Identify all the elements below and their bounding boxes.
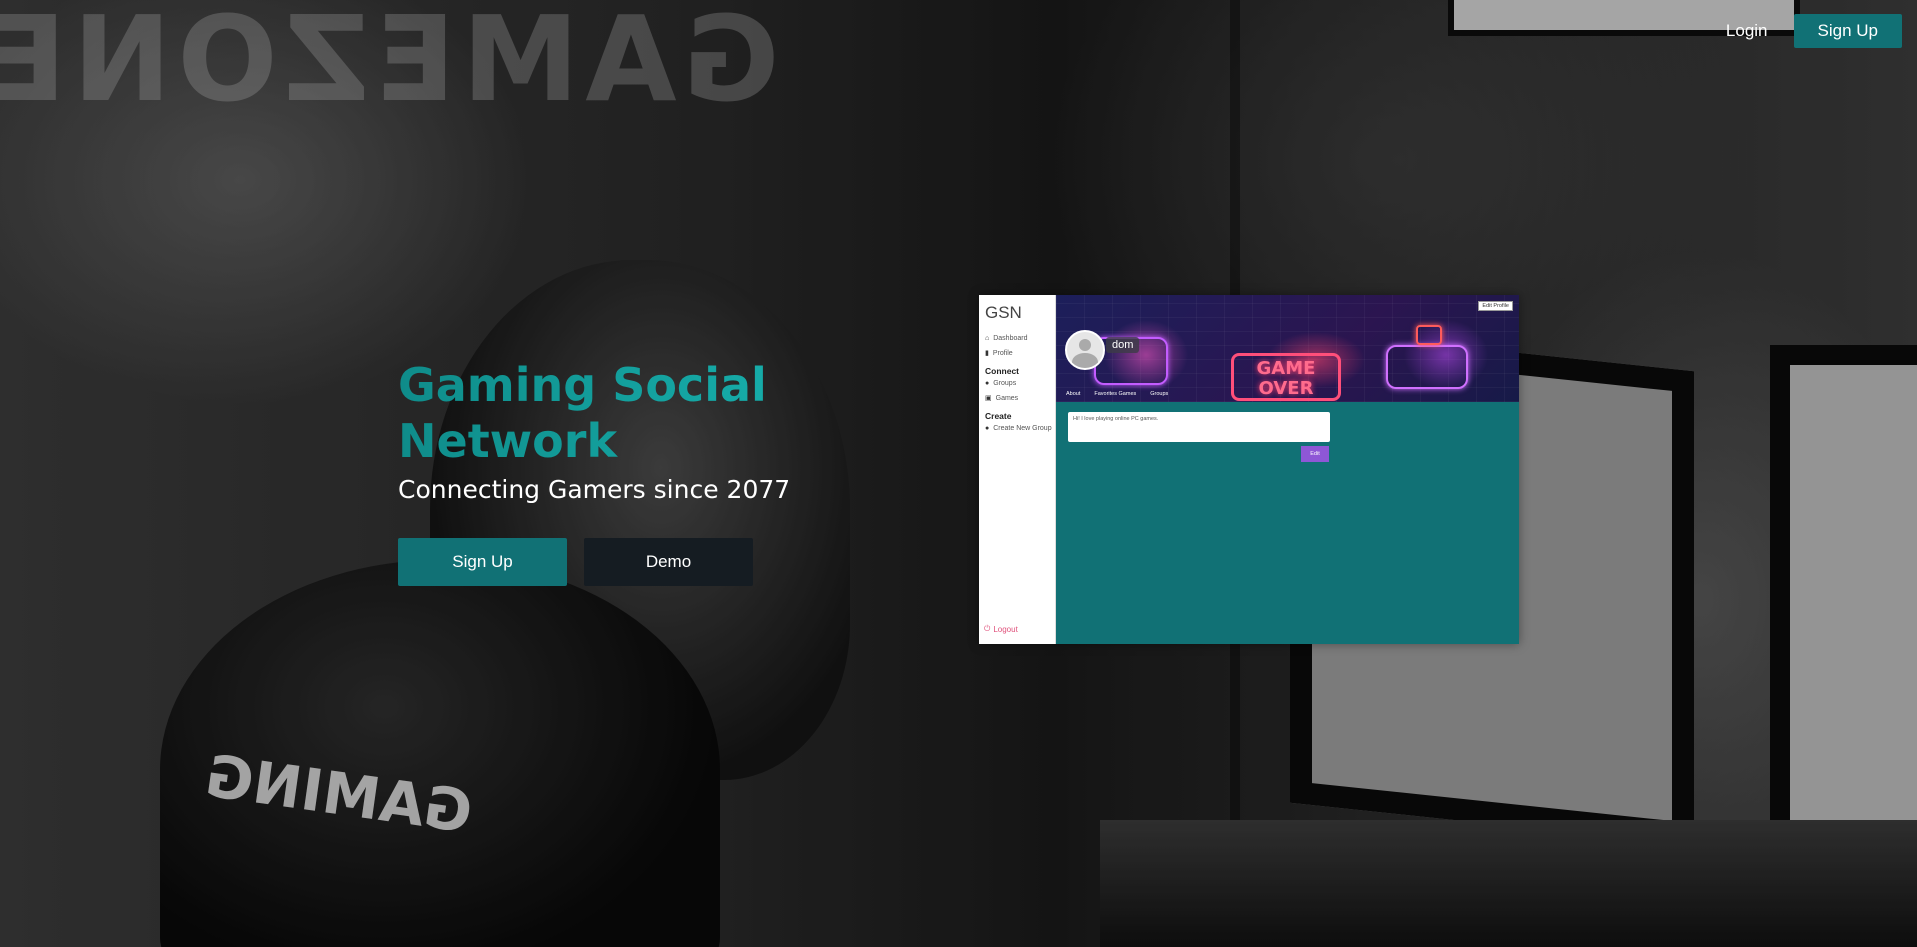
avatar-head xyxy=(1079,339,1091,351)
gamepad-icon: ▣ xyxy=(985,395,992,402)
preview-create-heading: Create xyxy=(985,411,1012,421)
preview-profile-banner: GAME OVER Edit Profile dom About Favorit… xyxy=(1056,295,1519,402)
background-photo: GAMEZONE GAMING xyxy=(0,0,1917,947)
preview-nav-dashboard: ⌂ Dashboard xyxy=(985,335,1052,342)
hero-section: Gaming Social Network Connecting Gamers … xyxy=(398,357,818,586)
preview-sidebar: GSN ⌂ Dashboard ▮ Profile Connect ● Grou… xyxy=(979,295,1056,644)
nav-signup-button[interactable]: Sign Up xyxy=(1793,14,1902,48)
preview-logout: ⏻ Logout xyxy=(984,624,1018,634)
preview-logo: GSN xyxy=(985,303,1022,322)
login-link[interactable]: Login xyxy=(1714,15,1780,47)
preview-connect-heading: Connect xyxy=(985,366,1019,376)
top-navigation: Login Sign Up xyxy=(1714,14,1902,48)
groups-icon: ● xyxy=(985,425,990,432)
preview-tab-groups: Groups xyxy=(1150,391,1169,397)
hero-signup-button[interactable]: Sign Up xyxy=(398,538,567,586)
preview-nav-label: Dashboard xyxy=(993,335,1028,342)
preview-bio-field: Hi! I love playing online PC games. xyxy=(1068,412,1330,442)
preview-nav-profile: ▮ Profile xyxy=(985,349,1052,358)
preview-nav-groups: ● Groups xyxy=(985,380,1052,387)
demo-button[interactable]: Demo xyxy=(584,538,753,586)
hero-title: Gaming Social Network xyxy=(398,357,818,469)
groups-icon: ● xyxy=(985,380,990,387)
preview-nav: ⌂ Dashboard ▮ Profile Connect ● Groups ▣… xyxy=(985,335,1052,439)
neon-controller-shape xyxy=(1386,345,1468,389)
preview-username: dom xyxy=(1106,337,1140,353)
preview-tab-about: About xyxy=(1066,391,1081,397)
preview-tab-favorites: Favorites Games xyxy=(1094,391,1137,397)
power-icon: ⏻ xyxy=(984,624,991,633)
preview-nav-label: Groups xyxy=(993,380,1017,387)
avatar xyxy=(1065,330,1105,370)
preview-game-over-sign: GAME OVER xyxy=(1231,353,1341,401)
preview-edit-profile-button: Edit Profile xyxy=(1478,301,1513,311)
preview-nav-games: ▣ Games xyxy=(985,394,1052,403)
preview-nav-label: Games xyxy=(995,394,1019,402)
profile-icon: ▮ xyxy=(985,350,989,357)
avatar-body xyxy=(1072,353,1098,368)
preview-logout-label: Logout xyxy=(993,624,1018,634)
background-overlay xyxy=(0,0,1917,947)
preview-save-button: Edit xyxy=(1301,446,1329,462)
preview-profile-tabs: About Favorites Games Groups xyxy=(1066,391,1168,397)
app-preview-screenshot: GSN ⌂ Dashboard ▮ Profile Connect ● Grou… xyxy=(979,295,1519,644)
preview-nav-create-group: ● Create New Group xyxy=(985,425,1052,432)
home-icon: ⌂ xyxy=(985,335,990,342)
preview-nav-label: Profile xyxy=(992,349,1013,357)
hero-subtitle: Connecting Gamers since 2077 xyxy=(398,475,791,504)
hero-buttons: Sign Up Demo xyxy=(398,538,818,586)
preview-nav-label: Create New Group xyxy=(993,425,1052,432)
neon-play-icon xyxy=(1416,325,1442,345)
